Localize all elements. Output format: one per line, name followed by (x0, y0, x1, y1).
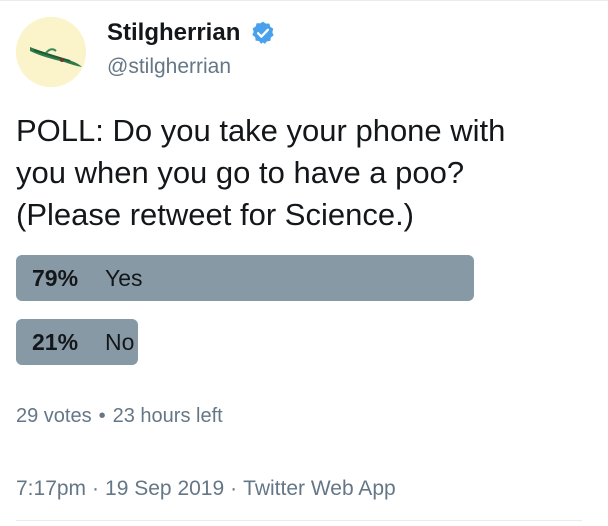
poll-meta: 29 votes • 23 hours left (16, 403, 223, 429)
verified-badge-icon (250, 20, 276, 46)
poll-choice-yes: 79% Yes (16, 255, 143, 301)
tweet-source[interactable]: Twitter Web App (243, 477, 396, 500)
poll-option-label: No (105, 329, 135, 355)
tweet-text-line: (Please retweet for Science.) (16, 197, 415, 232)
tweet-date[interactable]: 19 Sep 2019 (105, 477, 224, 500)
top-divider (0, 0, 608, 1)
tweet-text-line: you when you go to have a poo? (16, 155, 465, 190)
user-handle[interactable]: @stilgherrian (107, 54, 231, 80)
avatar[interactable] (16, 17, 86, 87)
poll-option-label: Yes (105, 265, 143, 291)
tweet-text-line: POLL: Do you take your phone with (16, 113, 506, 148)
poll-choice-no: 21% No (16, 319, 134, 365)
display-name[interactable]: Stilgherrian (107, 18, 240, 48)
tweet-time[interactable]: 7:17pm (16, 477, 86, 500)
separator-dot: · (92, 477, 100, 500)
poll-percent: 79% (32, 265, 79, 291)
avatar-creature-icon (16, 17, 86, 87)
separator-dot: • (98, 405, 106, 427)
bottom-divider (16, 520, 582, 521)
separator-dot: · (230, 477, 238, 500)
tweet-timestamp: 7:17pm · 19 Sep 2019 · Twitter Web App (16, 476, 396, 502)
poll-votes: 29 votes (16, 405, 92, 427)
tweet-text: POLL: Do you take your phone with you wh… (16, 110, 596, 236)
poll-time-left: 23 hours left (112, 405, 223, 427)
poll-percent: 21% (32, 329, 79, 355)
